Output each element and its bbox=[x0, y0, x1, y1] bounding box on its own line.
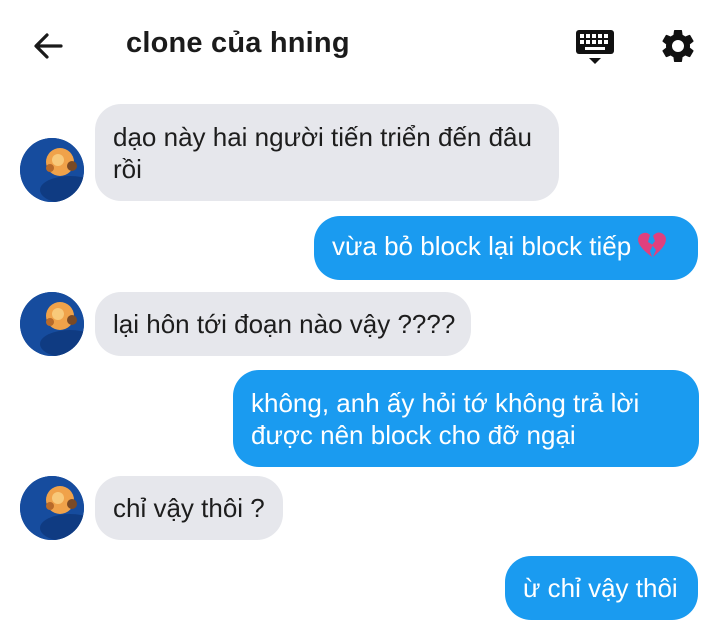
broken-heart-icon bbox=[637, 231, 667, 266]
message-line: được nên block cho đỡ ngại bbox=[251, 419, 576, 450]
keyboard-icon bbox=[576, 30, 614, 64]
contact-avatar[interactable] bbox=[20, 292, 84, 356]
contact-avatar[interactable] bbox=[20, 138, 84, 202]
keyboard-button[interactable] bbox=[575, 28, 615, 68]
message-bubble-outgoing[interactable]: vừa bỏ block lại block tiếp bbox=[314, 216, 698, 280]
chat-header: clone của hning bbox=[0, 0, 720, 90]
message-bubble-incoming[interactable]: chỉ vậy thôi ? bbox=[95, 476, 283, 540]
message-line: rồi bbox=[113, 153, 142, 184]
message-line: ừ chỉ vậy thôi bbox=[523, 573, 678, 603]
message-line: vừa bỏ block lại block tiếp bbox=[332, 230, 680, 266]
message-line: chỉ vậy thôi ? bbox=[113, 493, 265, 523]
message-bubble-outgoing[interactable]: ừ chỉ vậy thôi bbox=[505, 556, 698, 620]
message-bubble-incoming[interactable]: lại hôn tới đoạn nào vậy ???? bbox=[95, 292, 471, 356]
message-line: lại hôn tới đoạn nào vậy ???? bbox=[113, 309, 456, 339]
gear-icon bbox=[662, 29, 694, 62]
message-bubble-outgoing[interactable]: không, anh ấy hỏi tớ không trả lời được … bbox=[233, 370, 699, 467]
message-bubble-incoming[interactable]: dạo này hai người tiến triển đến đâu rồi bbox=[95, 104, 559, 201]
chat-title: clone của hning bbox=[126, 27, 350, 59]
contact-avatar[interactable] bbox=[20, 476, 84, 540]
message-line: dạo này hai người tiến triển đến đâu bbox=[113, 121, 532, 152]
settings-button[interactable] bbox=[658, 26, 698, 66]
message-line: không, anh ấy hỏi tớ không trả lời bbox=[251, 387, 640, 418]
arrow-left-icon bbox=[34, 33, 63, 59]
back-button[interactable] bbox=[30, 28, 66, 64]
message-text: vừa bỏ block lại block tiếp bbox=[332, 231, 632, 262]
